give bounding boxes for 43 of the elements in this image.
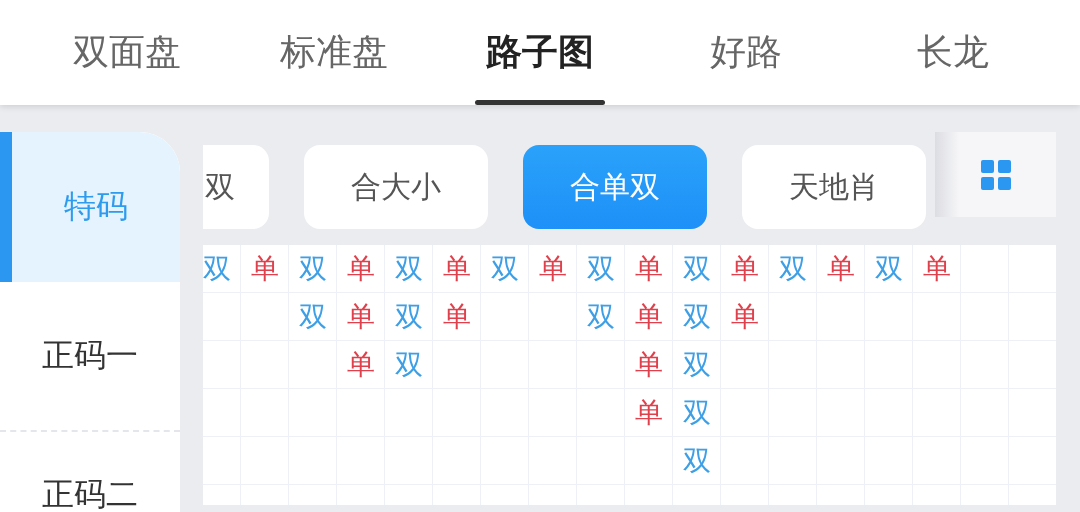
road-mark: 双 bbox=[874, 254, 903, 283]
filter-chip[interactable]: 合大小 bbox=[304, 145, 488, 229]
road-mark: 单 bbox=[730, 254, 759, 283]
road-mark: 单 bbox=[634, 350, 663, 379]
road-mark: 双 bbox=[682, 302, 711, 331]
road-mark: 单 bbox=[922, 254, 951, 283]
road-mark: 双 bbox=[682, 350, 711, 379]
road-mark: 双 bbox=[394, 254, 423, 283]
road-mark: 双 bbox=[394, 350, 423, 379]
road-mark: 双 bbox=[490, 254, 519, 283]
road-mark: 双 bbox=[586, 302, 615, 331]
grid-view-button[interactable] bbox=[935, 132, 1056, 217]
filter-chip[interactable]: 双 bbox=[203, 145, 269, 229]
tab[interactable]: 路子图 bbox=[436, 0, 644, 105]
road-mark: 单 bbox=[442, 302, 471, 331]
road-mark: 单 bbox=[634, 254, 663, 283]
tab[interactable]: 标准盘 bbox=[230, 0, 437, 105]
road-mark: 单 bbox=[442, 254, 471, 283]
tab[interactable]: 好路 bbox=[643, 0, 850, 105]
road-mark: 双 bbox=[298, 254, 327, 283]
sidebar-item[interactable]: 正码二 bbox=[0, 432, 180, 512]
road-mark: 双 bbox=[682, 446, 711, 475]
road-mark: 双 bbox=[298, 302, 327, 331]
road-mark: 单 bbox=[634, 398, 663, 427]
road-mark: 单 bbox=[634, 302, 663, 331]
filter-chip[interactable]: 天地肖 bbox=[742, 145, 926, 229]
sidebar-item[interactable]: 正码一 bbox=[0, 282, 180, 432]
tab[interactable]: 长龙 bbox=[849, 0, 1057, 105]
road-mark: 单 bbox=[826, 254, 855, 283]
road-mark: 双 bbox=[586, 254, 615, 283]
road-mark: 单 bbox=[346, 254, 375, 283]
road-mark: 单 bbox=[346, 302, 375, 331]
road-mark: 单 bbox=[346, 350, 375, 379]
road-mark: 双 bbox=[682, 398, 711, 427]
road-mark: 单 bbox=[730, 302, 759, 331]
road-mark: 双 bbox=[203, 254, 231, 283]
tab[interactable]: 双面盘 bbox=[24, 0, 231, 105]
road-mark: 双 bbox=[394, 302, 423, 331]
road-mark: 双 bbox=[778, 254, 807, 283]
road-mark: 单 bbox=[538, 254, 567, 283]
road-mark: 单 bbox=[250, 254, 279, 283]
road-mark: 双 bbox=[682, 254, 711, 283]
grid-icon bbox=[979, 158, 1012, 191]
